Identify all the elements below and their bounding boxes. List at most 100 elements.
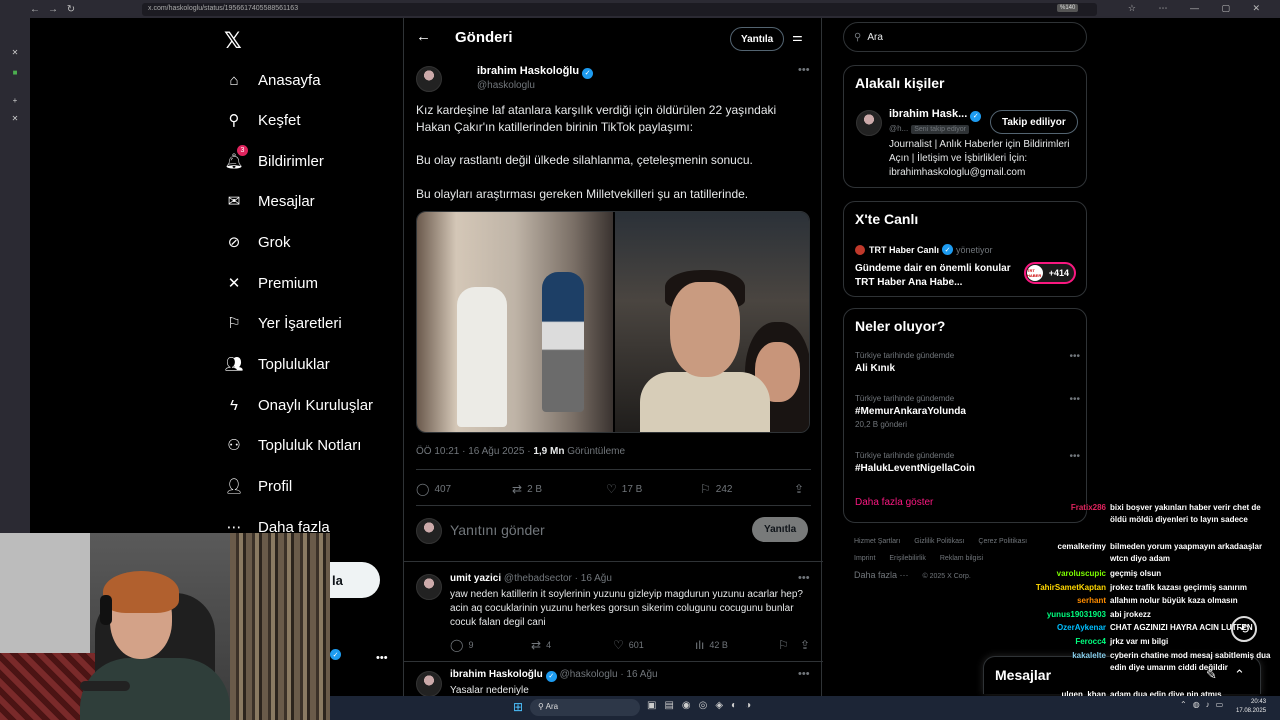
nav-item-explore[interactable]: ⚲ Keşfet [224, 108, 301, 132]
reload-icon[interactable]: ↻ [62, 4, 80, 15]
trends-card: Neler oluyor? Türkiye tarihinde gündemde… [843, 308, 1087, 523]
photo-left[interactable] [417, 212, 613, 432]
taskbar-search[interactable]: ⚲ Ara [530, 699, 640, 716]
verified-icon: ✓ [545, 670, 557, 682]
footer-link[interactable]: Gizlilik Politikası [914, 538, 964, 545]
account-menu-icon[interactable]: ••• [376, 652, 388, 664]
show-more-link[interactable]: Daha fazla göster [855, 497, 933, 508]
more-icon[interactable]: ••• [1069, 451, 1080, 462]
nav-item-verified-orgs[interactable]: ϟ Onaylı Kuruluşlar [224, 393, 373, 417]
comment-avatar[interactable] [416, 574, 442, 600]
forward-icon[interactable]: → [44, 4, 62, 15]
chat-message: serhant allahım nolur büyük kaza olmasın [1077, 596, 1238, 605]
divider [404, 661, 823, 662]
bookmark-action[interactable]: ⚐ [778, 638, 794, 652]
photo-body [640, 372, 770, 432]
author-avatar[interactable] [416, 66, 442, 92]
like-action[interactable]: ♡ 601 [613, 638, 644, 652]
extension-icon[interactable]: ■ [10, 68, 20, 78]
nav-item-profile[interactable]: 👤︎ Profil [224, 474, 292, 498]
reply-icon: ◯ [450, 638, 464, 652]
more-icon[interactable]: ••• [798, 64, 810, 76]
repost-icon: ⇄ [512, 482, 523, 496]
live-host[interactable]: TRT Haber Canlı ✓ yönetiyor [855, 244, 993, 255]
add-tab-icon[interactable]: + [10, 96, 20, 106]
submit-reply-button[interactable]: Yanıtla [752, 517, 809, 542]
x-tab-active-icon[interactable]: ✕ [10, 114, 20, 124]
related-avatar[interactable] [856, 110, 882, 136]
comment-author[interactable]: umit yazici @thebadsector · 16 Ağu [450, 573, 612, 584]
nav-item-bookmarks[interactable]: ⚐ Yer İşaretleri [224, 311, 341, 335]
verified-icon: ✓ [970, 110, 982, 122]
following-button[interactable]: Takip ediliyor [990, 110, 1078, 134]
live-listeners-badge[interactable]: TRT HABER +414 [1024, 262, 1076, 284]
comment-author[interactable]: ibrahim Haskoloğlu ✓ @haskologlu · 16 Ağu [450, 669, 658, 682]
footer-link[interactable]: Hizmet Şartları [854, 538, 900, 545]
sliders-icon[interactable]: ⚌ [792, 30, 803, 44]
x-logo-icon[interactable]: 𝕏 [224, 28, 242, 54]
comment-avatar[interactable] [416, 671, 442, 697]
divider [416, 505, 811, 506]
trend-item[interactable]: Türkiye tarihinde gündemde #MemurAnkaraY… [855, 394, 1080, 429]
nav-item-notifications[interactable]: 🔔︎ 3 Bildirimler [224, 145, 324, 173]
address-bar[interactable]: x.com/haskologlu/status/1956617405588561… [142, 3, 1097, 16]
repost-action[interactable]: ⇄ 4 [531, 638, 551, 652]
related-name[interactable]: ibrahim Hask... ✓ [889, 108, 982, 122]
webcam-microphone [80, 681, 130, 691]
nav-item-premium[interactable]: ✕ Premium [224, 271, 318, 295]
footer-links: Daha fazla ··· © 2025 X Corp. [854, 570, 983, 580]
reply-action[interactable]: ◯ 9 [450, 638, 473, 652]
trend-item[interactable]: Türkiye tarihinde gündemde Ali Kınık ••• [855, 351, 1080, 374]
nav-item-communities[interactable]: 👥︎ Topluluklar [224, 352, 329, 376]
footer-link[interactable]: Erişilebilirlik [889, 555, 926, 562]
profile-icon: 👤︎ [224, 478, 244, 495]
verified-icon: ✓ [330, 649, 341, 660]
windows-start-icon[interactable]: ⊞ [513, 701, 525, 713]
comment-text: yaw neden katillerin it soylerinin yuzun… [450, 589, 803, 628]
share-action[interactable]: ⇪ [794, 482, 809, 496]
more-icon[interactable]: ••• [798, 668, 810, 680]
nav-item-home[interactable]: ⌂ Anasayfa [224, 68, 320, 92]
chat-message: Fratix286 bixi boşver yakınları haber ver… [1070, 503, 1261, 524]
footer-link[interactable]: Imprint [854, 555, 875, 562]
repost-action[interactable]: ⇄ 2 B [512, 482, 542, 496]
bookmark-icon: ⚐ [778, 638, 789, 652]
nav-item-grok[interactable]: ⊘ Grok [224, 230, 291, 254]
reply-input[interactable]: Yanıtını gönder [450, 522, 545, 538]
reply-button[interactable]: Yantıla [730, 27, 785, 51]
browser-window-controls[interactable]: ☆ ⋯ — ▢ ✕ [1128, 3, 1270, 14]
search-input[interactable]: ⚲ Ara [843, 22, 1087, 52]
more-icon[interactable]: ••• [798, 572, 810, 584]
mail-icon: ✉ [227, 193, 241, 210]
more-icon[interactable]: ••• [1069, 351, 1080, 362]
trend-item[interactable]: Türkiye tarihinde gündemde #HalukLeventN… [855, 451, 1080, 474]
live-description[interactable]: Gündeme dair en önemli konular TRT Haber… [855, 262, 1015, 290]
reply-action[interactable]: ◯ 407 [416, 482, 451, 496]
nav-item-messages[interactable]: ✉ Mesajlar [224, 189, 315, 213]
live-card: X'te Canlı TRT Haber Canlı ✓ yönetiyor Gün… [843, 201, 1087, 297]
more-icon[interactable]: ••• [1069, 394, 1080, 405]
back-arrow-icon[interactable]: ← [416, 28, 431, 45]
x-tab-icon[interactable]: ✕ [10, 48, 20, 58]
footer-link[interactable]: Daha fazla ··· [854, 570, 909, 580]
zoom-badge[interactable]: %140 [1057, 4, 1079, 12]
author-handle[interactable]: @haskologlu [477, 80, 535, 91]
photo-right[interactable] [615, 212, 809, 432]
home-icon: ⌂ [229, 71, 239, 89]
search-icon: ⚲ [854, 31, 862, 43]
bookmark-action[interactable]: ⚐ 242 [700, 482, 732, 496]
like-action[interactable]: ♡ 17 B [606, 482, 642, 496]
notification-badge: 3 [237, 145, 248, 156]
card-title: Neler oluyor? [855, 318, 946, 334]
share-action[interactable]: ⇪ [800, 638, 815, 652]
system-tray-icons[interactable]: ⌃◍♪▭ [1180, 700, 1229, 709]
post-media[interactable] [416, 211, 810, 433]
back-icon[interactable]: ← [26, 4, 44, 15]
footer-link[interactable]: Reklam bilgisi [940, 555, 983, 562]
views-action[interactable]: ılı 42 B [695, 638, 728, 652]
nav-item-community-notes[interactable]: ⚇ Topluluk Notları [224, 433, 361, 457]
related-handle[interactable]: @h... Seni takip ediyor [889, 124, 970, 134]
taskbar-app-icons[interactable]: ▣▤◉◎◈◐◑ [647, 700, 759, 711]
author-name[interactable]: ibrahim Haskoloğlu ✓ [477, 65, 594, 79]
taskbar-clock[interactable]: 20:43 17.08.2025 [1236, 698, 1266, 716]
